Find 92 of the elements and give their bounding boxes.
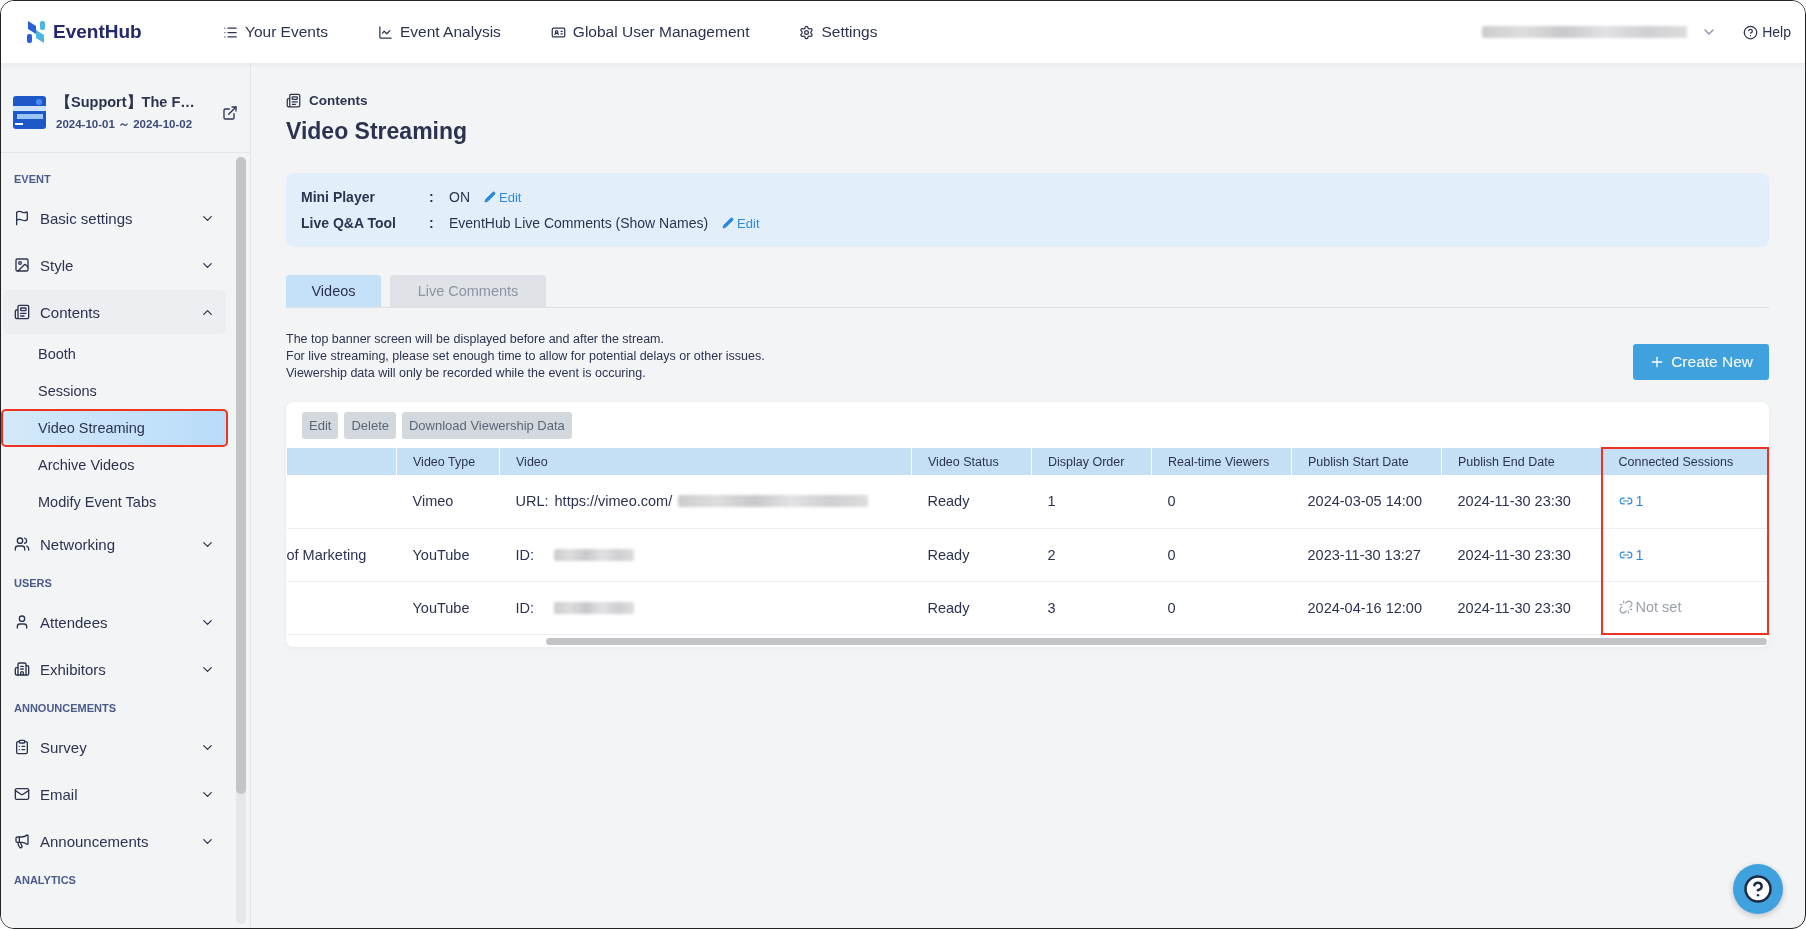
sidebar-item[interactable]: Exhibitors	[3, 647, 226, 691]
gear-icon	[799, 24, 815, 40]
pencil-icon	[484, 191, 496, 203]
item-icon	[14, 304, 30, 320]
table-cell: Ready	[927, 493, 970, 510]
item-icon	[14, 210, 30, 226]
column-header: Real-time Viewers	[1151, 448, 1292, 475]
breadcrumb: Contents	[309, 93, 368, 108]
column-header: Video Status	[911, 448, 1032, 475]
sidebar-item[interactable]: Email	[3, 772, 226, 816]
table-cell: 1	[1047, 493, 1056, 510]
sidebar-item[interactable]: Style	[3, 243, 226, 287]
sidebar-subitem[interactable]: Video Streaming	[3, 411, 226, 445]
note-text: The top banner screen will be displayed before and after the stream.	[286, 332, 665, 346]
help-icon	[1743, 24, 1759, 40]
table-cell: ID:	[515, 599, 535, 616]
section-heading: USERS	[13, 576, 53, 591]
nav-link[interactable]: Settings	[799, 23, 878, 41]
sidebar-item[interactable]: Announcements	[3, 819, 226, 863]
table-cell: 2024-03-05 14:00	[1307, 493, 1422, 510]
event-title: 【Support】The F…	[56, 93, 196, 112]
help-button[interactable]	[1733, 864, 1783, 914]
table-cell: https://vimeo.com/	[554, 493, 673, 510]
table-cell: Ready	[927, 546, 970, 563]
note-text: For live streaming, please set enough time to allow for potential delays or other issues.	[286, 349, 765, 363]
table-cell: Vimeo	[412, 493, 454, 510]
table-cell: 2024-11-30 23:30	[1457, 599, 1571, 616]
column-header: Publish End Date	[1441, 448, 1602, 475]
tab[interactable]: Videos	[286, 275, 381, 307]
separator: :	[429, 189, 435, 205]
column-header: Video Type	[396, 448, 500, 475]
setting-value: ON	[449, 189, 470, 205]
table-cell: 2024-11-30 23:30	[1457, 546, 1571, 563]
sidebar-subitem[interactable]: Booth	[3, 337, 226, 371]
page-title: Video Streaming	[286, 118, 469, 145]
scrollbar-thumb[interactable]	[546, 637, 1767, 645]
table-cell: 0	[1167, 599, 1176, 616]
table-cell: 2023-11-30 13:27	[1307, 546, 1421, 563]
section-heading: ANALYTICS	[13, 873, 77, 888]
nav-link[interactable]: Global User Management	[550, 23, 750, 41]
item-icon	[14, 786, 30, 802]
setting-label: Mini Player	[301, 189, 376, 205]
item-icon	[14, 614, 30, 630]
table-cell: 0	[1167, 493, 1176, 510]
section-heading: ANNOUNCEMENTS	[13, 701, 118, 716]
sidebar-subitem[interactable]: Sessions	[3, 374, 226, 408]
sidebar-item[interactable]: Contents	[3, 290, 226, 334]
sidebar-subitem[interactable]: Modify Event Tabs	[3, 485, 226, 519]
sidebar-item[interactable]: Networking	[3, 522, 226, 566]
external-link-icon[interactable]	[222, 104, 238, 121]
table-cell: 2	[1047, 546, 1056, 563]
event-dates: 2024-10-01 ～ 2024-10-02	[56, 117, 194, 132]
table-cell: 0	[1167, 546, 1176, 563]
help-link[interactable]: Help	[1743, 24, 1791, 40]
table-cell: YouTube	[412, 546, 470, 563]
logo-icon	[25, 19, 47, 45]
line-chart-icon	[378, 24, 393, 40]
note-text: Viewership data will only be recorded while the event is occuring.	[286, 366, 647, 380]
table-cell: 2024-04-16 12:00	[1307, 599, 1422, 616]
sidebar-item[interactable]: Basic settings	[3, 196, 226, 240]
item-icon	[14, 739, 30, 755]
column-header: Display Order	[1031, 448, 1152, 475]
column-header: Video	[499, 448, 912, 475]
sidebar-item[interactable]: Attendees	[3, 600, 226, 644]
table-cell: 2024-11-30 23:30	[1457, 493, 1571, 510]
table-cell: Ready	[927, 599, 970, 616]
item-icon	[14, 661, 30, 677]
help-icon	[1743, 874, 1773, 904]
list-icon	[223, 24, 238, 40]
broken-link-icon	[1618, 600, 1633, 615]
table-cell: URL:	[515, 493, 549, 510]
nav-link[interactable]: Your Events	[223, 23, 328, 41]
nav-link[interactable]: Event Analysis	[378, 23, 501, 41]
table-cell: ID:	[515, 546, 535, 563]
pencil-icon	[722, 217, 735, 229]
sidebar-item[interactable]: Survey	[3, 725, 226, 769]
column-header: Publish Start Date	[1291, 448, 1442, 475]
table-cell: of Marketing	[286, 546, 367, 563]
table-cell: 3	[1047, 599, 1056, 616]
separator: :	[429, 215, 435, 231]
scrollbar-thumb[interactable]	[236, 157, 246, 794]
item-icon	[14, 536, 30, 552]
item-icon	[14, 257, 30, 273]
logo-text: EventHub	[53, 21, 142, 43]
setting-label: Live Q&A Tool	[301, 215, 397, 231]
setting-value: EventHub Live Comments (Show Names)	[449, 215, 709, 231]
column-header: Connected Sessions	[1601, 448, 1768, 475]
id-card-icon	[550, 24, 566, 40]
item-icon	[14, 833, 30, 849]
section-heading: EVENT	[13, 172, 52, 187]
table-cell: YouTube	[412, 599, 470, 616]
sidebar-subitem[interactable]: Archive Videos	[3, 448, 226, 482]
